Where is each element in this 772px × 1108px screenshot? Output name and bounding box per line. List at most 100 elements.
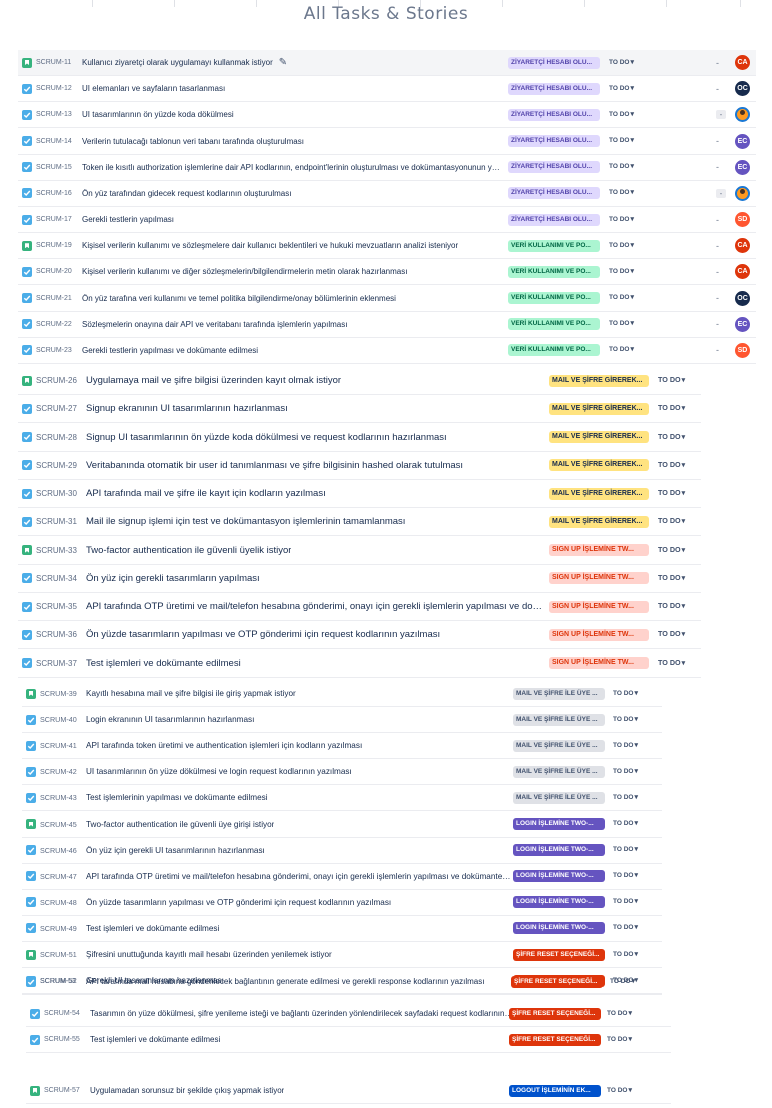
status-dropdown[interactable]: TO DO▾ (609, 318, 634, 330)
issue-summary[interactable]: Test işlemlerinin yapılması ve dokümante… (86, 793, 268, 802)
assignee-avatar[interactable]: OC (735, 81, 750, 97)
issue-row[interactable]: SCRUM-47 API tarafında OTP üretimi ve mai… (22, 864, 662, 890)
issue-summary[interactable]: Ön yüzde tasarımların yapılması ve OTP g… (86, 629, 440, 640)
issue-row[interactable]: SCRUM-19 Kişisel verilerin kullanımı ve s… (18, 233, 756, 260)
status-dropdown[interactable]: TO DO▾ (658, 459, 685, 472)
issue-summary[interactable]: Ön yüz tarafına veri kullanımı ve temel … (82, 294, 396, 303)
story-points-field[interactable]: - (716, 84, 719, 94)
edit-pencil-icon[interactable]: ✎ (279, 57, 287, 68)
status-dropdown[interactable]: TO DO▾ (607, 1034, 632, 1046)
status-dropdown[interactable]: TO DO▾ (658, 487, 685, 500)
issue-row[interactable]: SCRUM-51 Şifresini unuttuğunda kayıtlı ma… (22, 942, 662, 968)
issue-summary[interactable]: Kişisel verilerin kullanımı ve diğer söz… (82, 267, 407, 276)
issue-row[interactable]: SCRUM-30 API tarafında mail ve şifre ile … (18, 480, 701, 509)
status-dropdown[interactable]: TO DO▾ (613, 714, 638, 726)
issue-row[interactable]: SCRUM-28 Signup UI tasarımlarının ön yüzd… (18, 424, 701, 452)
status-dropdown[interactable]: TO DO▾ (609, 240, 634, 252)
issue-row[interactable]: SCRUM-41 API tarafında token üretimi ve a… (22, 733, 662, 760)
story-points-field[interactable]: - (716, 58, 719, 68)
issue-row[interactable]: SCRUM-36 Ön yüzde tasarımların yapılması … (18, 621, 701, 650)
issue-row[interactable]: SCRUM-17 Gerekli testlerin yapılması ZİYAR… (18, 207, 756, 234)
epic-lozenge[interactable]: SIGN UP İŞLEMİNE TW... (549, 628, 649, 641)
story-points-field[interactable]: - (716, 293, 719, 303)
issue-summary[interactable]: API tarafında OTP üretimi ve mail/telefo… (86, 872, 511, 881)
status-dropdown[interactable]: TO DO▾ (609, 266, 634, 278)
story-points-field[interactable]: - (716, 345, 719, 355)
issue-row[interactable]: SCRUM-22 Sözleşmelerin onayına dair API v… (18, 312, 756, 338)
assignee-avatar[interactable] (735, 107, 750, 123)
epic-lozenge[interactable]: ZİYARETÇİ HESABI OLU... (508, 108, 600, 121)
story-points-field[interactable]: - (716, 267, 719, 277)
story-points-field[interactable]: - (716, 110, 726, 120)
issue-row[interactable]: SCRUM-40 Login ekranının UI tasarımlarını… (22, 707, 662, 734)
issue-summary[interactable]: Uygulamaya mail ve şifre bilgisi üzerind… (86, 375, 341, 386)
issue-row[interactable]: SCRUM-21 Ön yüz tarafına veri kullanımı v… (18, 286, 756, 312)
issue-row[interactable]: SCRUM-54 Tasarımın ön yüze dökülmesi, şif… (26, 1001, 671, 1027)
issue-summary[interactable]: Sözleşmelerin onayına dair API ve verita… (82, 320, 347, 329)
issue-summary[interactable]: Test işlemleri ve dokümante edilmesi (90, 1035, 220, 1044)
issue-summary[interactable]: Tasarımın ön yüze dökülmesi, şifre yenil… (90, 1009, 513, 1018)
issue-summary[interactable]: API tarafında token üretimi ve authentic… (86, 741, 362, 750)
issue-row[interactable]: SCRUM-48 Ön yüzde tasarımların yapılması … (22, 890, 662, 916)
assignee-avatar[interactable]: CA (735, 238, 750, 254)
epic-lozenge[interactable]: LOGIN İŞLEMİNE TWO-... (513, 844, 605, 857)
issue-summary[interactable]: Two-factor authentication ile güvenli üy… (86, 820, 274, 829)
epic-lozenge[interactable]: MAIL VE ŞİFRE İLE ÜYE ... (513, 687, 605, 700)
issue-summary[interactable]: Two-factor authentication ile güvenli üy… (86, 545, 291, 556)
issue-key[interactable]: SCRUM-45 (40, 820, 82, 829)
issue-row[interactable]: SCRUM-16 Ön yüz tarafından gidecek reques… (18, 181, 756, 207)
status-dropdown[interactable]: TO DO▾ (609, 292, 634, 304)
issue-row[interactable]: SCRUM-13 UI tasarımlarının ön yüzde koda … (18, 102, 756, 129)
issue-key[interactable]: SCRUM-34 (36, 574, 82, 583)
issue-key[interactable]: SCRUM-53 (40, 978, 82, 985)
issue-key[interactable]: SCRUM-35 (36, 602, 82, 611)
epic-lozenge[interactable]: MAIL VE ŞİFRE GİREREK... (549, 374, 649, 387)
assignee-avatar[interactable]: SD (735, 212, 750, 228)
issue-summary[interactable]: Token ile kısıtlı authorization işlemler… (82, 163, 502, 172)
issue-row[interactable]: SCRUM-29 Veritabanında otomatik bir user … (18, 452, 701, 480)
issue-row[interactable]: SCRUM-12 UI elemanları ve sayfaların tasa… (18, 76, 756, 103)
status-dropdown[interactable]: TO DO▾ (609, 161, 634, 173)
issue-summary[interactable]: UI tasarımlarının ön yüzde koda dökülmes… (82, 110, 234, 119)
issue-key[interactable]: SCRUM-51 (40, 950, 82, 959)
issue-key[interactable]: SCRUM-55 (44, 1036, 86, 1043)
issue-row[interactable]: SCRUM-31 Mail ile signup işlemi için test… (18, 508, 701, 537)
status-dropdown[interactable]: TO DO▾ (613, 740, 638, 752)
status-dropdown[interactable]: TO DO▾ (609, 135, 634, 147)
status-dropdown[interactable]: TO DO▾ (613, 870, 638, 882)
status-dropdown[interactable]: TO DO▾ (658, 515, 685, 528)
epic-lozenge[interactable]: SIGN UP İŞLEMİNE TW... (549, 544, 649, 557)
issue-row[interactable]: SCRUM-27 Signup ekranının UI tasarımların… (18, 395, 701, 424)
issue-key[interactable]: SCRUM-26 (36, 376, 82, 385)
epic-lozenge[interactable]: SIGN UP İŞLEMİNE TW... (549, 657, 649, 670)
issue-key[interactable]: SCRUM-49 (40, 924, 82, 933)
epic-lozenge[interactable]: ZİYARETÇİ HESABI OLU... (508, 161, 600, 174)
epic-lozenge[interactable]: ZİYARETÇİ HESABI OLU... (508, 213, 600, 226)
epic-lozenge[interactable]: SIGN UP İŞLEMİNE TW... (549, 600, 649, 613)
status-dropdown[interactable]: TO DO▾ (658, 374, 685, 387)
issue-summary[interactable]: Test işlemleri ve dokümante edilmesi (86, 658, 241, 669)
epic-lozenge[interactable]: ZİYARETÇİ HESABI OLU... (508, 56, 600, 69)
epic-lozenge[interactable]: ŞİFRE RESET SEÇENEĞİ... (509, 1007, 601, 1020)
issue-key[interactable]: SCRUM-23 (36, 347, 78, 354)
status-dropdown[interactable]: TO DO▾ (609, 187, 634, 199)
issue-row[interactable]: SCRUM-11 Kullanıcı ziyaretçi olarak uygul… (18, 50, 756, 76)
epic-lozenge[interactable]: MAIL VE ŞİFRE İLE ÜYE ... (513, 765, 605, 778)
epic-lozenge[interactable]: ZİYARETÇİ HESABI OLU... (508, 82, 600, 95)
issue-row[interactable]: SCRUM-14 Verilerin tutulacağı tablonun ve… (18, 129, 756, 155)
issue-summary[interactable]: Veritabanında otomatik bir user id tanım… (86, 460, 463, 471)
issue-key[interactable]: SCRUM-47 (40, 872, 82, 881)
issue-key[interactable]: SCRUM-42 (40, 767, 82, 776)
story-points-field[interactable]: - (716, 215, 719, 225)
issue-summary[interactable]: Mail ile signup işlemi için test ve dokü… (86, 516, 405, 527)
issue-summary[interactable]: Ön yüz için gerekli UI tasarımlarının ha… (86, 846, 265, 855)
assignee-avatar[interactable]: OC (735, 290, 750, 306)
epic-lozenge[interactable]: MAIL VE ŞİFRE İLE ÜYE ... (513, 791, 605, 804)
story-points-field[interactable]: - (716, 319, 719, 329)
assignee-avatar[interactable]: EC (735, 133, 750, 149)
status-dropdown[interactable]: TO DO▾ (609, 344, 634, 356)
issue-key[interactable]: SCRUM-14 (36, 138, 78, 145)
issue-summary[interactable]: Test işlemleri ve dokümante edilmesi (86, 924, 219, 933)
issue-summary[interactable]: API tarafında mail hesabına gönderilecek… (86, 977, 484, 986)
epic-lozenge[interactable]: MAIL VE ŞİFRE GİREREK... (549, 515, 649, 528)
